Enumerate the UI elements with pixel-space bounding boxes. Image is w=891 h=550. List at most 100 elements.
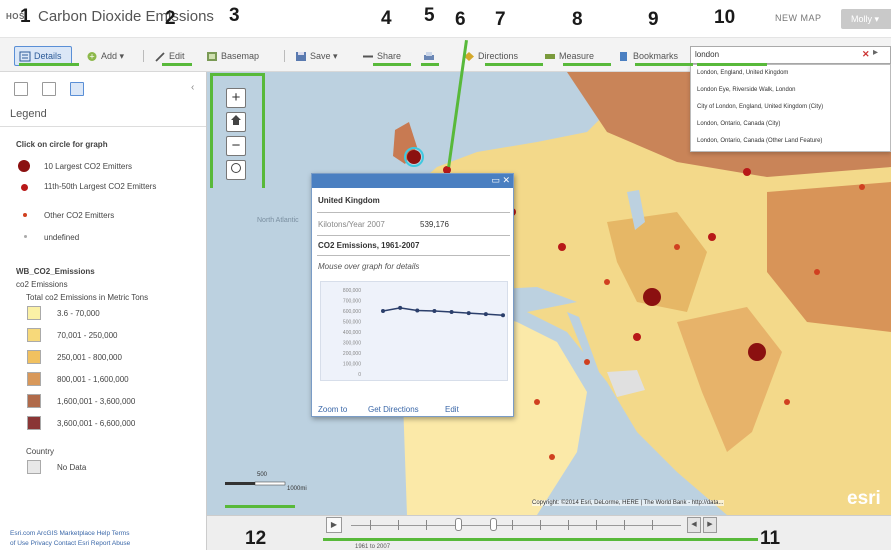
slider-tick [370,520,371,530]
slider-tick [398,520,399,530]
y-tick-label: 300,000 [343,341,361,347]
zoom-out-button[interactable]: − [226,136,246,156]
edit-link[interactable]: Edit [445,405,459,414]
layer-name: WB_CO2_Emissions [16,267,95,276]
class-swatch [27,416,41,430]
suggestion-item[interactable]: London, England, United Kingdom [691,65,890,82]
edit-label: Edit [169,51,185,61]
bookmarks-label: Bookmarks [633,51,679,61]
divider [0,126,206,127]
home-extent-button[interactable] [226,112,246,132]
details-label: Details [34,51,62,61]
suggestion-item[interactable]: City of London, England, United Kingdom … [691,99,890,116]
clear-search-icon[interactable]: ✕ [862,49,870,60]
annotation-highlight [162,63,192,66]
time-slider-bar [207,515,891,550]
emitter-circle [814,269,820,275]
emitter-circle [708,233,716,241]
footer-links[interactable]: of Use Privacy Contact Esri Report Abuse [10,540,130,547]
popup-chart[interactable]: 800,000 700,000 600,000 500,000 400,000 300,0… [320,281,508,381]
no-data-swatch [27,460,41,474]
app-root: HOS Carbon Dioxide Emissions NEW MAP Mol… [0,0,891,550]
popup-field-label: Kilotons/Year 2007 [318,220,385,229]
data-point[interactable] [398,305,403,310]
add-button[interactable]: + Add ▾ [86,46,124,66]
time-slider-track[interactable] [351,525,681,526]
search-icon[interactable]: ▸ [873,47,878,58]
emitter-circle [549,454,555,460]
basemap-button[interactable]: Basemap [206,46,259,66]
data-point[interactable] [432,309,437,313]
data-point[interactable] [501,313,505,318]
zoom-to-link[interactable]: Zoom to [318,405,347,414]
annotation-number: 11 [760,528,781,549]
y-tick-label: 200,000 [343,351,361,357]
legend-title: Legend [10,108,47,120]
collapse-panel-icon[interactable]: ‹ [191,82,194,93]
step-forward-button[interactable]: ▶ [703,517,717,533]
home-icon [231,115,241,125]
save-button[interactable]: Save ▾ [295,46,338,66]
locate-icon [231,163,241,173]
annotation-number: 4 [381,8,392,29]
locate-button[interactable] [226,160,246,180]
data-point[interactable] [483,312,488,317]
suggestion-item[interactable]: London Eye, Riverside Walk, London [691,82,890,99]
zoom-controls: + − [226,88,248,184]
content-tab-icon[interactable] [42,82,56,96]
class-swatch [27,306,41,320]
data-point[interactable] [381,309,385,313]
class-title: Total co2 Emissions in Metric Tons [26,293,149,302]
emitter-circle [558,243,566,251]
data-point[interactable] [415,308,420,313]
about-tab-icon[interactable] [14,82,28,96]
class-swatch [27,394,41,408]
popup-window-controls[interactable]: ▭ ✕ [491,175,510,186]
annotation-highlight [210,73,265,76]
suggestion-item[interactable]: London, Ontario, Canada (Other Land Feat… [691,133,890,150]
y-tick-label: 500,000 [343,320,361,326]
legend-symbol-label: 10 Largest CO2 Emitters [44,162,133,171]
data-point[interactable] [466,311,471,316]
annotation-highlight [262,73,265,188]
class-label: 250,001 - 800,000 [57,353,122,362]
y-tick-label: 700,000 [343,299,361,305]
data-point[interactable] [449,310,454,315]
toolbar-divider [284,50,285,62]
slider-start-handle[interactable] [455,518,462,531]
save-label: Save ▾ [310,50,338,61]
footer-links[interactable]: Esri.com ArcGIS Marketplace Help Terms [10,530,129,537]
class-label: 800,001 - 1,600,000 [57,375,129,384]
class-swatch [27,372,41,386]
annotation-highlight [485,63,543,66]
scale-label: 1000mi [287,486,307,492]
undefined-symbol [24,235,27,238]
zoom-in-button[interactable]: + [226,88,246,108]
share-label: Share [377,51,402,61]
add-label: Add ▾ [101,50,125,61]
panel-tabs [14,82,84,96]
copyright-text: Copyright: ©2014 Esri, DeLorme, HERE | T… [532,500,724,506]
emitter-circle [743,168,751,176]
slider-end-handle[interactable] [490,518,497,531]
other-emitter-symbol [23,213,27,217]
bookmarks-icon [620,51,627,61]
emitter-circle [584,359,590,365]
play-button[interactable]: ▶ [326,517,342,533]
suggestion-item[interactable]: London, Ontario, Canada (City) [691,116,890,133]
search-suggestions: London, England, United Kingdom London E… [690,64,891,152]
search-input[interactable]: london [690,46,891,64]
legend-tab-icon[interactable] [70,82,84,96]
new-map-link[interactable]: NEW MAP [775,13,822,23]
popup-country: United Kingdom [318,196,380,205]
y-tick-label: 800,000 [343,288,361,294]
esri-logo: esri [847,488,881,509]
get-directions-link[interactable]: Get Directions [368,405,419,414]
divider [317,255,510,256]
step-back-button[interactable]: ◀ [687,517,701,533]
divider [317,235,510,236]
annotation-number: 5 [424,5,435,26]
emitter-circle [859,184,865,190]
toolbar-divider [143,50,144,62]
user-menu-button[interactable]: Molly ▾ [841,9,891,29]
